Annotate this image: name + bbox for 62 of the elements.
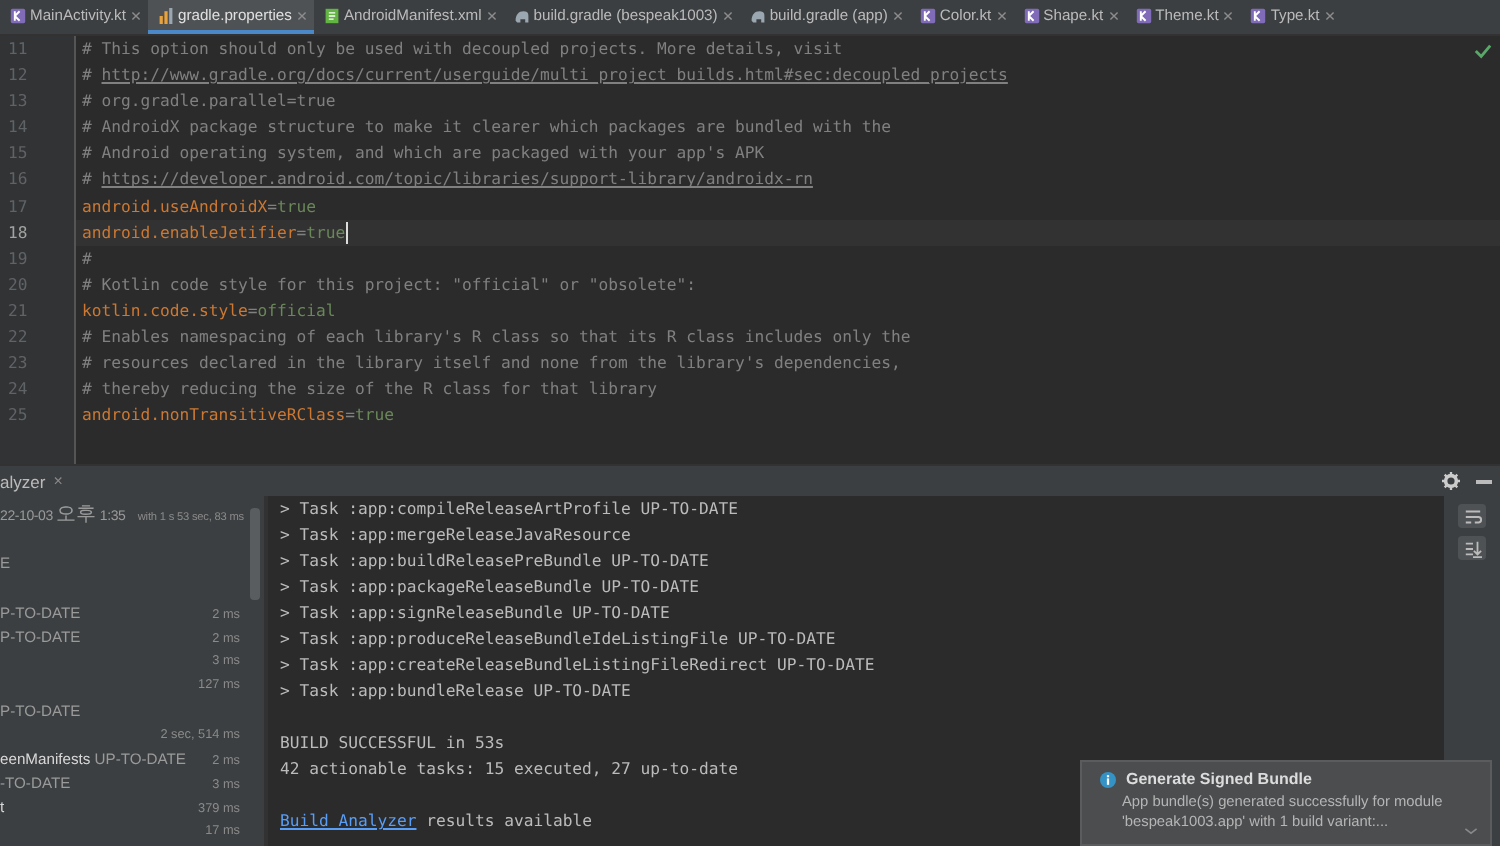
wrap-lines-icon — [1463, 507, 1481, 525]
close-icon — [1323, 9, 1336, 21]
notification-title: Generate Signed Bundle — [1126, 770, 1312, 788]
close-icon — [129, 9, 142, 21]
console-line: > Task :app:mergeReleaseJavaResource — [280, 522, 631, 548]
code-line: # resources declared in the library itself and none from the library's dependencies, — [82, 350, 901, 377]
code-line: # This option should only be used with decoupled projects. More details, visit — [82, 36, 843, 62]
soft-wrap-button[interactable] — [1458, 504, 1486, 528]
scroll-down-icon — [1463, 539, 1481, 557]
settings-icon — [1442, 472, 1460, 490]
code-line: android.useAndroidX=true — [82, 193, 316, 220]
close-icon — [485, 9, 498, 21]
code-line: # org.gradle.parallel=true — [82, 88, 336, 115]
kotlin-file-icon — [1250, 7, 1267, 23]
console-line: > Task :app:signReleaseBundle UP-TO-DATE — [280, 600, 670, 626]
console-line: > Task :app:buildReleasePreBundle UP-TO-DATE — [280, 548, 709, 574]
code-editor[interactable] — [0, 36, 1500, 464]
close-icon — [721, 9, 734, 21]
console-line: 42 actionable tasks: 15 executed, 27 up-to-date — [280, 756, 739, 782]
console-line: > Task :app:bundleRelease UP-TO-DATE — [280, 678, 631, 704]
minimize-icon[interactable] — [1476, 479, 1492, 483]
console-line: BUILD SUCCESSFUL in 53s — [280, 730, 505, 756]
checkmark-icon — [1474, 42, 1492, 60]
close-icon — [995, 9, 1008, 21]
elephant-icon — [749, 7, 766, 23]
code-line: # Kotlin code style for this project: "official" or "obsolete": — [82, 271, 696, 298]
text-caret — [345, 221, 348, 244]
link[interactable]: http://www.gradle.org/docs/current/userguide/multi_project_builds.html#sec:decoupled_projects — [101, 64, 1008, 85]
close-icon — [295, 9, 308, 21]
elephant-icon — [513, 7, 530, 23]
code-line: android.enableJetifier=true — [82, 219, 346, 246]
scrollbar-thumb[interactable] — [250, 508, 260, 600]
console-line: > Task :app:produceReleaseBundleIdeListingFile UP-TO-DATE — [280, 626, 836, 652]
console-line: > Task :app:compileReleaseArtProfile UP-TO-DATE — [280, 496, 739, 522]
scroll-to-end-button[interactable] — [1458, 536, 1486, 560]
link[interactable]: Build Analyzer — [280, 810, 417, 830]
bar-chart-icon — [157, 7, 174, 23]
kotlin-file-icon — [919, 7, 936, 23]
info-icon — [1100, 771, 1116, 787]
chevron-down-icon — [1464, 826, 1478, 836]
code-line: kotlin.code.style=official — [82, 297, 336, 324]
tool-window-tab[interactable]: alyzer × — [0, 471, 63, 491]
code-line: # — [82, 245, 92, 272]
code-line: android.nonTransitiveRClass=true — [82, 402, 394, 429]
close-icon — [891, 9, 904, 21]
code-line: # Android operating system, and which are packaged with your app's APK — [82, 140, 765, 167]
close-icon — [1222, 9, 1235, 21]
code-line: # AndroidX package structure to make it clearer which packages are bundled with the — [82, 114, 891, 141]
line-number: 18 — [6, 219, 30, 246]
kotlin-file-icon — [10, 7, 26, 23]
console-line: > Task :app:createReleaseBundleListingFileRedirect UP-TO-DATE — [280, 652, 875, 678]
code-line: # thereby reducing the size of the R class for that library — [82, 376, 657, 403]
link[interactable]: https://developer.android.com/topic/libraries/support-library/androidx-rn — [101, 168, 813, 189]
console-line: Build Analyzer results available — [280, 808, 592, 834]
close-icon — [1107, 9, 1120, 21]
kotlin-file-icon — [1023, 7, 1040, 23]
manifest-file-icon — [323, 7, 340, 23]
code-line: # Enables namespacing of each library's R class so that its R class includes only the — [82, 324, 911, 351]
kotlin-file-icon — [1135, 7, 1152, 23]
code-line: # https://developer.android.com/topic/libraries/support-library/androidx-rn — [82, 166, 813, 193]
code-line: # http://www.gradle.org/docs/current/userguide/multi_project_builds.html#sec:decoupled_projects — [82, 62, 1008, 89]
console-line: > Task :app:packageReleaseBundle UP-TO-DATE — [280, 574, 700, 600]
